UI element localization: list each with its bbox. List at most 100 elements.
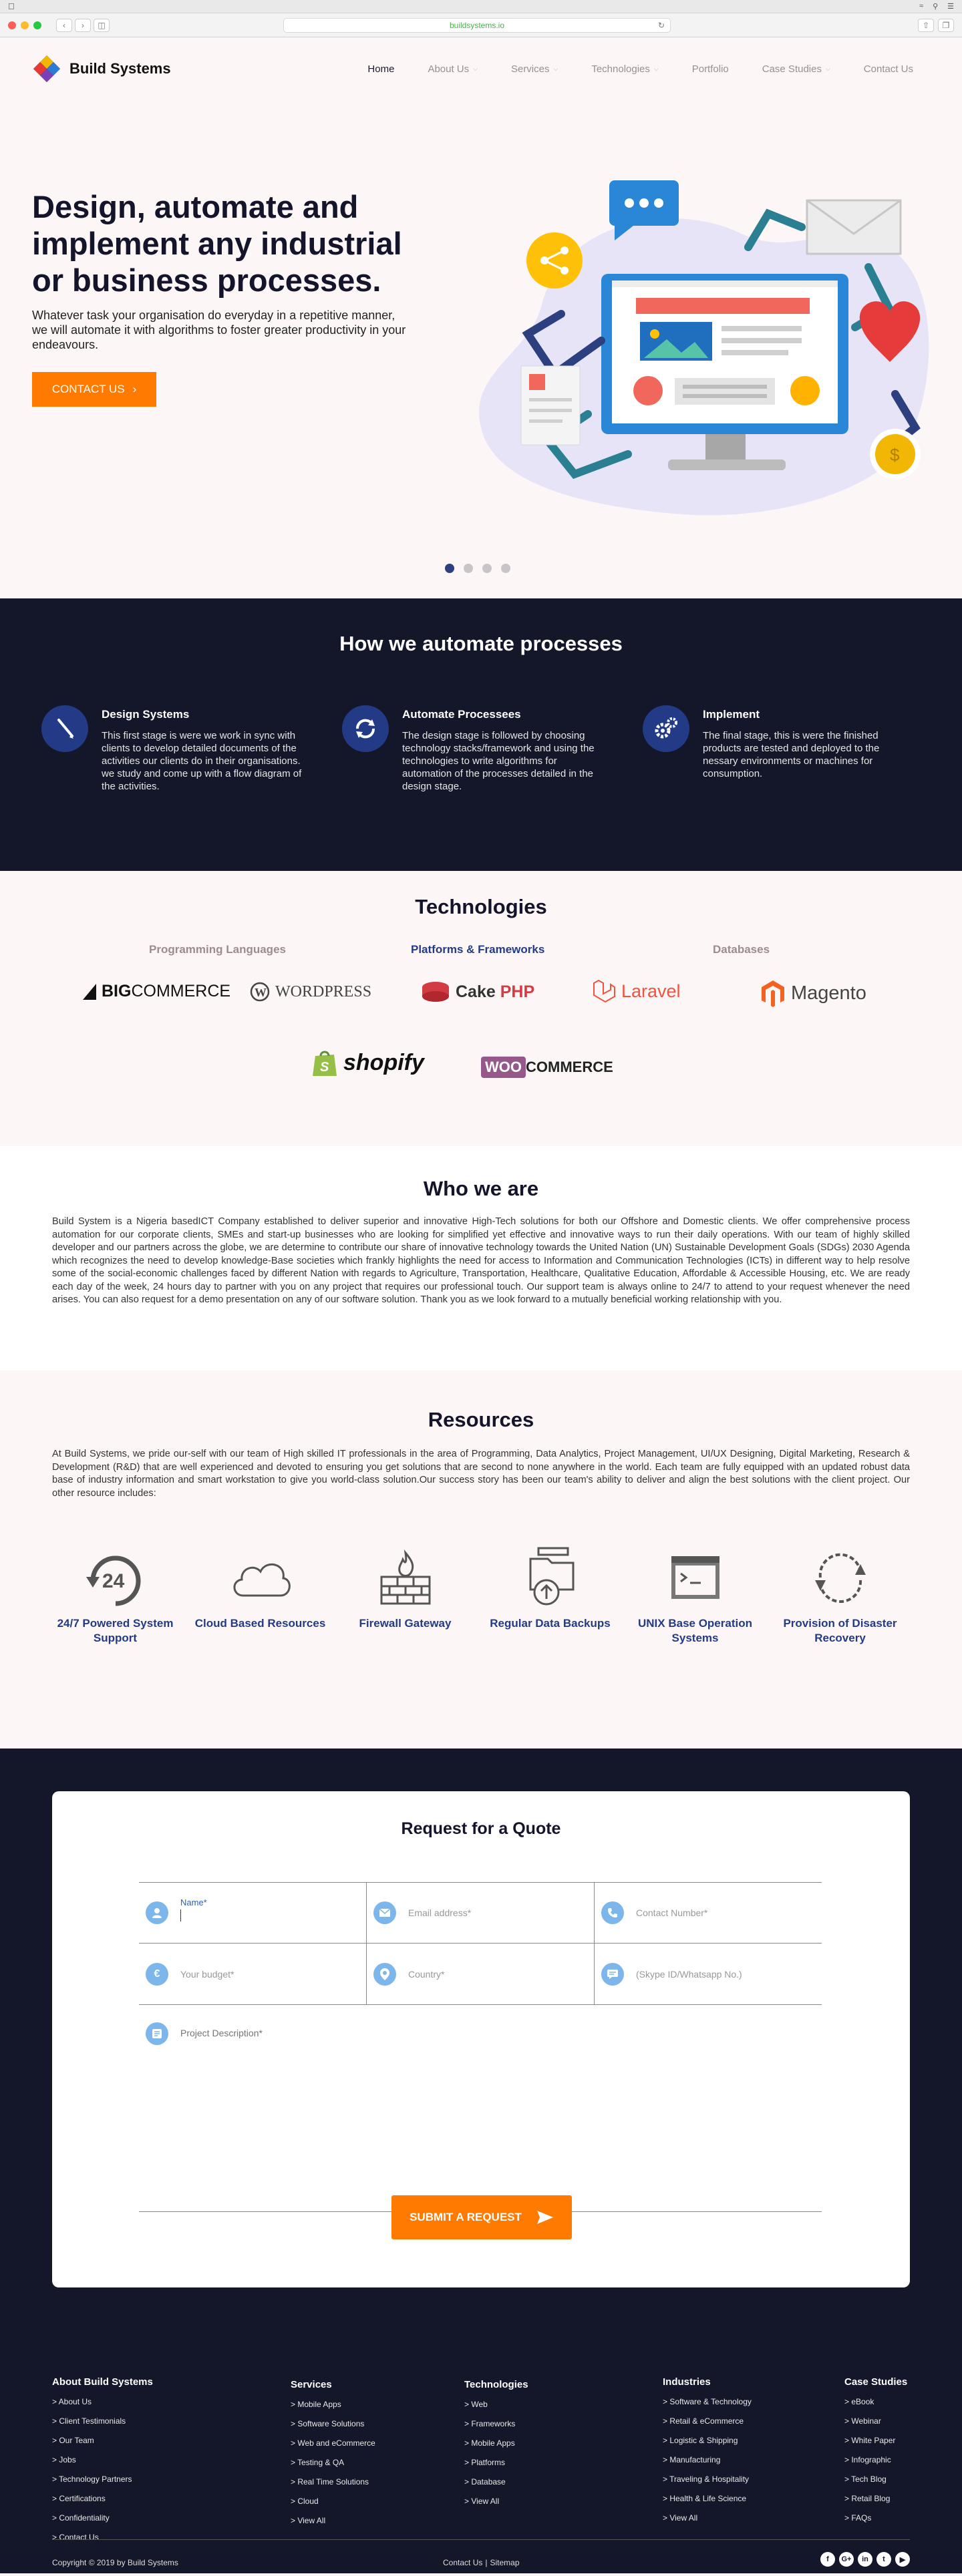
wifi-icon[interactable]: ≈ — [919, 2, 923, 11]
contact-number-field[interactable] — [595, 1883, 822, 1943]
carousel-dot-4[interactable] — [501, 564, 510, 573]
footer-link[interactable]: > Retail Blog — [844, 2494, 907, 2503]
nav-portfolio[interactable]: Portfolio — [675, 63, 746, 75]
budget-field[interactable]: € — [139, 1944, 367, 2004]
email-field[interactable] — [367, 1883, 595, 1943]
woocommerce-logo[interactable]: WOO COMMERCE — [481, 1057, 613, 1078]
footer-link[interactable]: > FAQs — [844, 2513, 907, 2523]
footer-link[interactable]: > Software & Technology — [663, 2397, 752, 2406]
tab-platforms-frameworks[interactable]: Platforms & Frameworks — [411, 943, 544, 956]
footer-link[interactable]: > Client Testimonials — [52, 2416, 153, 2426]
tabs-icon[interactable]: ❐ — [938, 18, 954, 32]
footer-link[interactable]: > Health & Life Science — [663, 2494, 752, 2503]
footer-link[interactable]: > Web — [464, 2400, 528, 2409]
sidebar-toggle-icon[interactable]: ◫ — [94, 18, 110, 32]
submit-request-button[interactable]: SUBMIT A REQUEST — [391, 2195, 572, 2239]
footer-link[interactable]: > View All — [464, 2497, 528, 2506]
contact-number-input[interactable] — [636, 1907, 783, 1918]
carousel-dot-1[interactable] — [445, 564, 454, 573]
logo-diamond-icon — [33, 55, 60, 82]
footer-link[interactable]: > Our Team — [52, 2436, 153, 2445]
footer-link[interactable]: > Testing & QA — [291, 2458, 375, 2467]
search-icon[interactable]: ⚲ — [933, 2, 938, 11]
country-input[interactable] — [408, 1968, 555, 1980]
skype-whatsapp-input[interactable] — [636, 1968, 783, 1980]
chevron-down-icon: ⌵ — [473, 65, 478, 72]
footer-link[interactable]: > Software Solutions — [291, 2419, 375, 2428]
laravel-logo[interactable]: Laravel — [592, 979, 681, 1003]
footer-link[interactable]: > Tech Blog — [844, 2474, 907, 2484]
nav-about-us[interactable]: About Us ⌵ — [411, 63, 494, 75]
linkedin-icon[interactable]: in — [858, 2552, 872, 2567]
google-plus-icon[interactable]: G+ — [839, 2552, 854, 2567]
tab-databases[interactable]: Databases — [713, 943, 770, 956]
forward-button[interactable]: › — [75, 18, 91, 32]
footer-link[interactable]: > About Us — [52, 2397, 153, 2406]
footer-link[interactable]: > Confidentiality — [52, 2513, 153, 2523]
back-button[interactable]: ‹ — [56, 18, 72, 32]
footer-link[interactable]: > Traveling & Hospitality — [663, 2474, 752, 2484]
apple-icon[interactable]:  — [8, 1, 15, 11]
footer-link[interactable]: > Technology Partners — [52, 2474, 153, 2484]
nav-services[interactable]: Services ⌵ — [494, 63, 575, 75]
step-title: Automate Processees — [402, 708, 521, 721]
footer-link[interactable]: > Mobile Apps — [291, 2400, 375, 2409]
footer-link[interactable]: > Frameworks — [464, 2419, 528, 2428]
menu-icon[interactable]: ☰ — [947, 2, 954, 11]
footer-link[interactable]: > Real Time Solutions — [291, 2477, 375, 2487]
project-description-input[interactable] — [180, 2028, 782, 2161]
footer-sitemap-link[interactable]: Sitemap — [490, 2558, 519, 2567]
footer-link[interactable]: > Database — [464, 2477, 528, 2487]
footer-link[interactable]: > View All — [291, 2516, 375, 2525]
footer-contact-link[interactable]: Contact Us — [443, 2558, 482, 2567]
footer-link[interactable]: > Retail & eCommerce — [663, 2416, 752, 2426]
contact-us-button[interactable]: CONTACT US › — [32, 372, 156, 407]
twitter-icon[interactable]: t — [876, 2552, 891, 2567]
nav-technologies[interactable]: Technologies ⌵ — [575, 63, 675, 75]
wordpress-logo[interactable]: W WORDPRESS — [250, 982, 371, 1002]
country-field[interactable] — [367, 1944, 595, 2004]
email-input[interactable] — [408, 1907, 555, 1918]
bigcommerce-logo[interactable]: BIGCOMMERCE — [83, 982, 230, 1001]
cakephp-logo[interactable]: Cake PHP — [421, 980, 534, 1003]
footer-link[interactable]: > Contact Us — [52, 2533, 153, 2542]
shopify-logo[interactable]: S shopify — [311, 1048, 424, 1077]
site-logo[interactable]: Build Systems — [32, 54, 171, 83]
footer-link[interactable]: > Mobile Apps — [464, 2438, 528, 2448]
minimize-window-button[interactable] — [21, 21, 29, 29]
project-description-field[interactable] — [139, 2005, 822, 2212]
magento-logo[interactable]: Magento — [760, 979, 866, 1007]
reload-icon[interactable]: ↻ — [658, 21, 665, 30]
facebook-icon[interactable]: f — [820, 2552, 835, 2567]
nav-case-studies[interactable]: Case Studies ⌵ — [746, 63, 847, 75]
footer-link[interactable]: > Platforms — [464, 2458, 528, 2467]
footer-link[interactable]: > View All — [663, 2513, 752, 2523]
carousel-dot-2[interactable] — [464, 564, 473, 573]
footer-link[interactable]: > eBook — [844, 2397, 907, 2406]
skype-whatsapp-field[interactable] — [595, 1944, 822, 2004]
nav-home[interactable]: Home — [351, 63, 411, 75]
carousel-dot-3[interactable] — [482, 564, 492, 573]
envelope-icon — [806, 199, 902, 255]
tab-programming-languages[interactable]: Programming Languages — [149, 943, 286, 956]
footer-link[interactable]: > Logistic & Shipping — [663, 2436, 752, 2445]
footer-link[interactable]: > Infographic — [844, 2455, 907, 2464]
svg-text:$: $ — [890, 445, 900, 465]
maximize-window-button[interactable] — [33, 21, 41, 29]
footer-link[interactable]: > Cloud — [291, 2497, 375, 2506]
footer-link[interactable]: > Web and eCommerce — [291, 2438, 375, 2448]
share-icon[interactable]: ⇧ — [918, 18, 934, 32]
footer-link[interactable]: > Certifications — [52, 2494, 153, 2503]
address-bar[interactable]: buildsystems.io ↻ — [283, 17, 671, 33]
share-icon — [526, 232, 583, 289]
close-window-button[interactable] — [8, 21, 16, 29]
footer-link[interactable]: > Manufacturing — [663, 2455, 752, 2464]
footer-link[interactable]: > Jobs — [52, 2455, 153, 2464]
youtube-icon[interactable]: ▶ — [895, 2552, 910, 2567]
nav-contact-us[interactable]: Contact Us — [847, 63, 930, 75]
svg-text:W: W — [255, 986, 267, 999]
footer-link[interactable]: > Webinar — [844, 2416, 907, 2426]
footer-link[interactable]: > White Paper — [844, 2436, 907, 2445]
budget-input[interactable] — [180, 1968, 327, 1980]
name-field[interactable]: Name* — [139, 1883, 367, 1943]
